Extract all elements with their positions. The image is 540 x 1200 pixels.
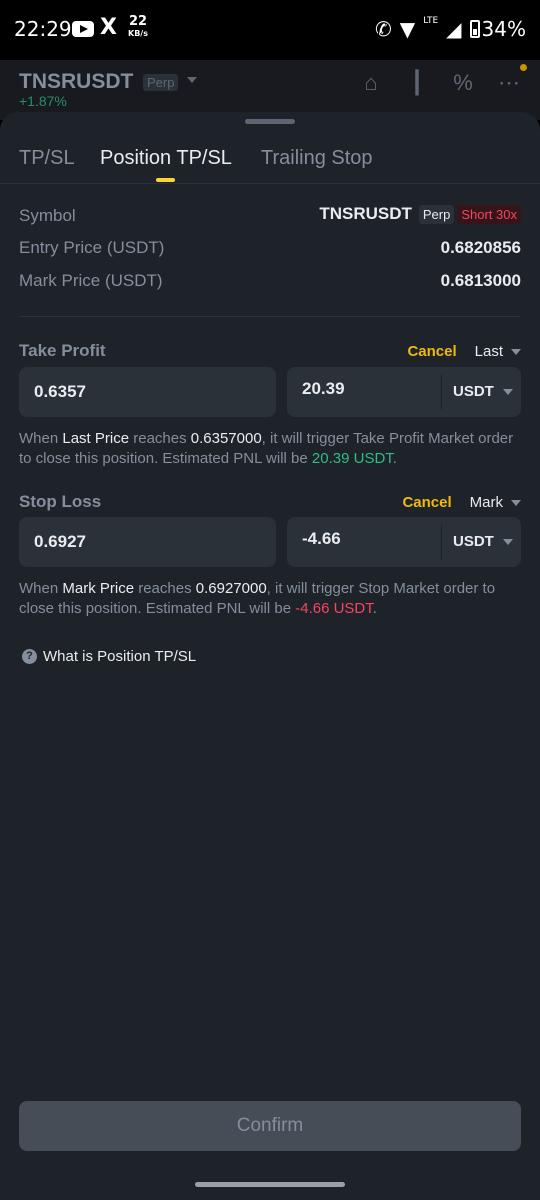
mark-price-row: Mark Price (USDT) 0.6813000 [19, 269, 521, 295]
more-icon[interactable]: ⋯ [496, 64, 527, 96]
wifi-icon: ▼ [399, 17, 416, 41]
chevron-down-icon [511, 499, 521, 506]
take-profit-pnl-field[interactable]: USDT [287, 364, 521, 417]
app-header: TNSRUSDT Perp +1.87% ⌂ ┃ % ⋯ [0, 60, 540, 120]
tabs-divider [0, 183, 540, 184]
take-profit-actions: Cancel Last [407, 343, 521, 360]
info-divider [19, 316, 521, 317]
desc-price: 0.6357000 [190, 430, 262, 447]
network-speed-unit: KB/s [128, 29, 148, 38]
take-profit-price-input[interactable] [19, 367, 276, 417]
notification-dot [520, 64, 527, 71]
app-change: +1.87% [19, 93, 67, 109]
candlestick-icon[interactable]: ┃ [404, 70, 430, 96]
network-type: LTE [423, 16, 439, 26]
unit-separator [441, 374, 442, 410]
desc-price: 0.6927000 [195, 580, 267, 597]
stop-loss-unit-select[interactable]: USDT [453, 533, 513, 550]
chevron-down-icon [502, 538, 513, 545]
battery-icon [469, 20, 480, 38]
unit-separator [441, 524, 442, 560]
symbol-label: Symbol [19, 206, 76, 225]
youtube-icon [72, 21, 94, 37]
stop-loss-actions: Cancel Mark [402, 494, 521, 511]
stop-loss-description: When Mark Price reaches 0.6927000, it wi… [19, 579, 521, 619]
x-app-icon: X [100, 15, 117, 40]
stop-loss-cancel-button[interactable]: Cancel [402, 494, 451, 511]
desc-text: When [19, 580, 63, 597]
percent-icon[interactable]: % [450, 70, 476, 96]
desc-text: reaches [129, 430, 191, 447]
take-profit-trigger-select[interactable]: Last [475, 343, 521, 360]
tab-tpsl[interactable]: TP/SL [19, 147, 75, 170]
chevron-down-icon [502, 388, 513, 395]
sheet-handle[interactable] [245, 119, 295, 124]
take-profit-unit-label: USDT [453, 383, 494, 400]
chevron-down-icon [511, 348, 521, 355]
take-profit-unit-select[interactable]: USDT [453, 383, 513, 400]
take-profit-cancel-button[interactable]: Cancel [407, 343, 456, 360]
what-is-position-tpsl-link[interactable]: ? What is Position TP/SL [22, 648, 196, 665]
help-label: What is Position TP/SL [43, 648, 197, 665]
desc-text: . [392, 450, 397, 467]
take-profit-description: When Last Price reaches 0.6357000, it wi… [19, 429, 521, 469]
gesture-nav-bar[interactable] [195, 1182, 345, 1187]
tab-bar: TP/SL Position TP/SL Trailing Stop [0, 142, 540, 184]
entry-price-label: Entry Price (USDT) [19, 238, 165, 257]
symbol-row: Symbol TNSRUSDT Perp Short 30x [19, 204, 521, 230]
take-profit-trigger-label: Last [474, 343, 503, 360]
stop-loss-price-field[interactable] [19, 517, 276, 567]
symbol-dropdown-icon[interactable] [187, 77, 197, 83]
tab-position-tpsl[interactable]: Position TP/SL [100, 147, 232, 170]
status-bar: 22:29 X 22 KB/s ✆ ▼ LTE ◢ 34% [0, 0, 540, 60]
signal-icon: ◢ [446, 17, 462, 41]
desc-pnl: 20.39 USDT [311, 450, 393, 467]
wifi-call-icon: ✆ [375, 17, 392, 41]
entry-price-row: Entry Price (USDT) 0.6820856 [19, 236, 521, 262]
mark-price-label: Mark Price (USDT) [19, 271, 163, 290]
side-badge: Short 30x [457, 204, 521, 224]
tab-trailing-stop[interactable]: Trailing Stop [261, 147, 373, 170]
stop-loss-unit-label: USDT [453, 533, 494, 550]
desc-trigger: Last Price [62, 430, 130, 447]
network-speed: 22 KB/s [128, 14, 148, 40]
symbol-value: TNSRUSDT [319, 204, 412, 223]
stop-loss-title: Stop Loss [19, 492, 102, 511]
desc-text: . [372, 600, 377, 617]
tpsl-sheet: TP/SL Position TP/SL Trailing Stop Symbo… [0, 112, 540, 1200]
desc-pnl: -4.66 USDT [295, 600, 373, 617]
battery-percent: 34% [481, 17, 526, 41]
question-icon: ? [22, 649, 37, 664]
app-header-icons: ⌂ ┃ % ⋯ [358, 64, 527, 96]
stop-loss-trigger-label: Mark [469, 494, 503, 511]
mark-price-value: 0.6813000 [440, 271, 521, 290]
status-time: 22:29 [14, 17, 72, 41]
symbol-value-group: TNSRUSDT Perp Short 30x [319, 204, 521, 224]
perp-badge: Perp [418, 204, 455, 224]
gift-icon[interactable]: ⌂ [358, 70, 384, 96]
active-tab-indicator [156, 178, 175, 182]
entry-price-value: 0.6820856 [440, 238, 521, 257]
stop-loss-pnl-field[interactable]: USDT [287, 514, 521, 567]
app-symbol[interactable]: TNSRUSDT [19, 70, 133, 94]
confirm-button[interactable]: Confirm [19, 1101, 521, 1151]
desc-text: reaches [134, 580, 196, 597]
network-speed-value: 22 [128, 14, 148, 29]
take-profit-price-field[interactable] [19, 367, 276, 417]
desc-text: When [19, 430, 63, 447]
app-type-badge: Perp [143, 74, 179, 91]
desc-trigger: Mark Price [62, 580, 135, 597]
status-icons: ✆ ▼ LTE ◢ 34% [375, 16, 526, 41]
take-profit-title: Take Profit [19, 341, 106, 360]
stop-loss-trigger-select[interactable]: Mark [470, 494, 521, 511]
stop-loss-price-input[interactable] [19, 517, 276, 567]
